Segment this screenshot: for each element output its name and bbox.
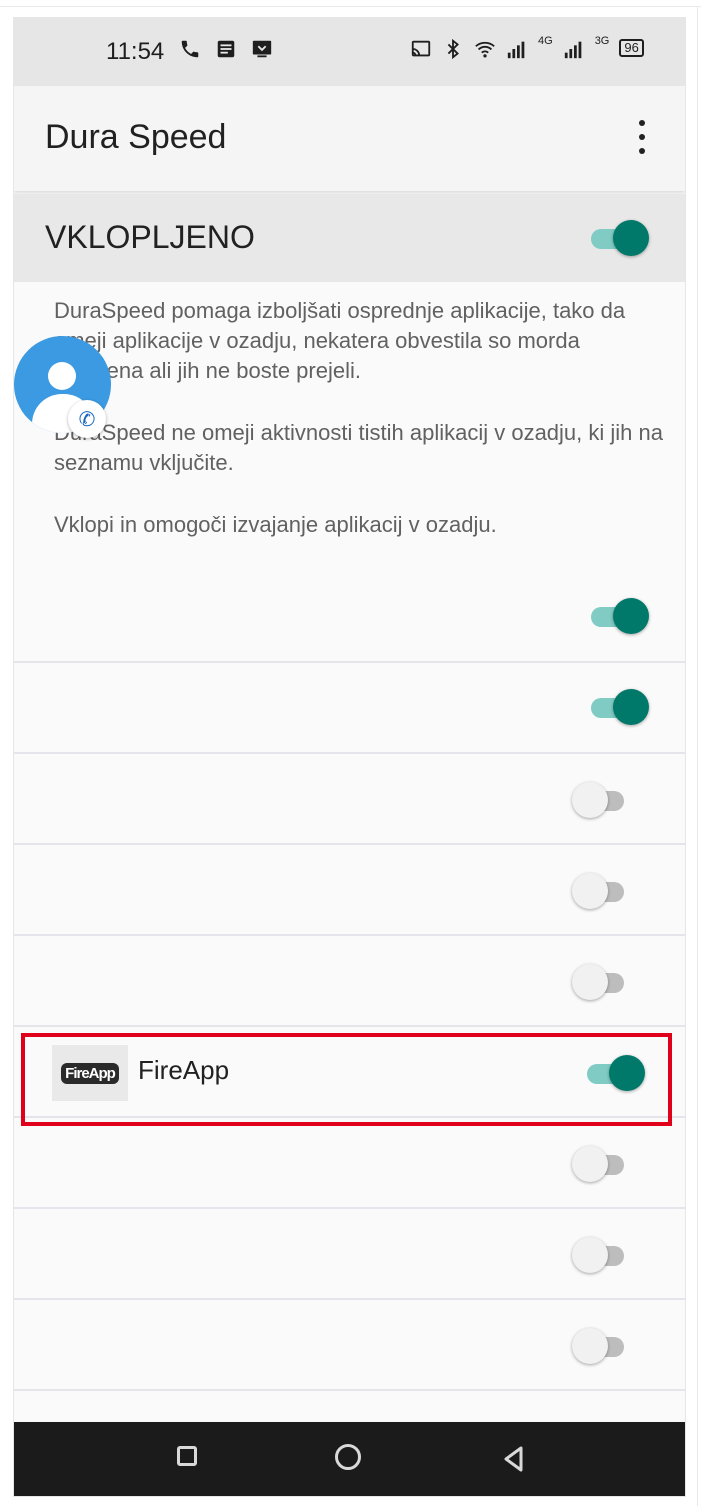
home-button[interactable] xyxy=(332,1441,368,1477)
app-row[interactable] xyxy=(14,663,685,754)
back-button[interactable] xyxy=(496,1441,532,1477)
wifi-icon xyxy=(475,41,495,58)
app-bar: Dura Speed xyxy=(14,86,685,191)
app-toggle[interactable] xyxy=(572,1235,632,1275)
app-toggle[interactable] xyxy=(572,1144,632,1184)
bluetooth-icon xyxy=(447,38,459,60)
app-row[interactable] xyxy=(14,1300,685,1391)
page-title: Dura Speed xyxy=(45,118,227,156)
app-toggle[interactable] xyxy=(589,596,649,636)
screen-download-icon xyxy=(252,40,272,58)
toggle-thumb xyxy=(613,220,649,256)
more-vert-icon[interactable] xyxy=(628,120,656,160)
app-toggle[interactable] xyxy=(572,962,632,1002)
cast-icon xyxy=(411,40,431,57)
home-icon xyxy=(335,1444,361,1470)
phone-call-icon xyxy=(181,40,199,58)
navigation-bar xyxy=(14,1422,685,1496)
app-row[interactable] xyxy=(14,1209,685,1300)
signal-3g-icon xyxy=(564,41,582,59)
description: DuraSpeed pomaga izboljšati osprednje ap… xyxy=(54,296,674,540)
app-toggle[interactable] xyxy=(572,1326,632,1366)
recents-icon xyxy=(177,1446,197,1466)
network-4g-label: 4G xyxy=(538,35,553,47)
divider xyxy=(14,1389,685,1391)
app-toggle[interactable] xyxy=(572,780,632,820)
app-row[interactable] xyxy=(14,572,685,663)
master-switch-label: VKLOPLJENO xyxy=(45,219,255,255)
master-switch-row[interactable]: VKLOPLJENO xyxy=(14,194,685,282)
app-row[interactable] xyxy=(14,936,685,1027)
app-toggle[interactable] xyxy=(589,687,649,727)
highlight-box xyxy=(21,1033,672,1126)
description-paragraph-3: Vklopi in omogoči izvajanje aplikacij v … xyxy=(54,512,497,537)
app-row[interactable] xyxy=(14,845,685,936)
network-3g-label: 3G xyxy=(594,35,610,47)
app-row[interactable] xyxy=(14,754,685,845)
frame-top-border xyxy=(0,6,701,7)
message-icon xyxy=(217,40,235,58)
signal-4g-icon xyxy=(507,41,525,59)
back-icon xyxy=(504,1446,523,1472)
description-paragraph-1: DuraSpeed pomaga izboljšati osprednje ap… xyxy=(54,298,626,383)
app-row[interactable] xyxy=(14,1118,685,1209)
phone-badge-icon: ✆ xyxy=(68,400,106,438)
battery-icon: 96 xyxy=(619,39,644,57)
master-toggle[interactable] xyxy=(589,218,649,258)
status-left-icons xyxy=(179,38,273,60)
status-bar: 11:54 4G 3G 96 xyxy=(14,18,685,86)
status-right-icons: 4G 3G 96 xyxy=(410,35,644,60)
recents-button[interactable] xyxy=(172,1441,208,1477)
description-paragraph-2: DuraSpeed ne omeji aktivnosti tistih apl… xyxy=(54,420,663,475)
frame-right-border xyxy=(697,6,698,1506)
phone-screen: 11:54 4G 3G 96 Dura Speed VKLOPLJENO Dur… xyxy=(13,17,686,1497)
status-time: 11:54 xyxy=(106,38,165,65)
app-toggle[interactable] xyxy=(572,871,632,911)
